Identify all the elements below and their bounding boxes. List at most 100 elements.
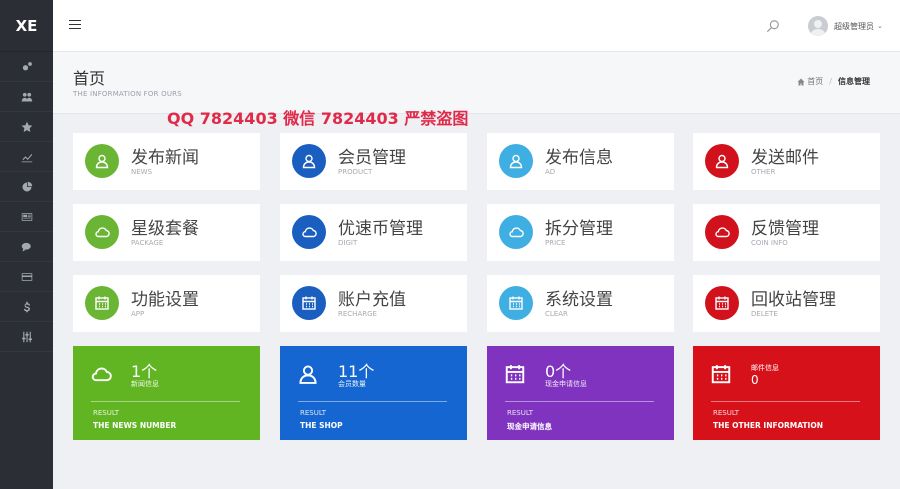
card-feature-settings[interactable]: 功能设置 APP	[73, 275, 260, 332]
sidebar-item-users[interactable]	[0, 82, 53, 112]
stat-panel-members[interactable]: 11个 会员数量 RESULT THE SHOP	[280, 346, 467, 440]
sidebar-item-finance[interactable]	[0, 292, 53, 322]
card-title: 系统设置	[545, 290, 613, 310]
user-icon	[95, 154, 109, 169]
credit-card-icon	[21, 272, 32, 281]
dollar-icon	[23, 301, 30, 312]
card-subtitle: PRODUCT	[338, 168, 373, 176]
sidebar-item-payments[interactable]	[0, 262, 53, 292]
calendar-icon	[710, 363, 732, 385]
cloud-icon	[90, 363, 112, 385]
home-icon	[797, 78, 805, 85]
breadcrumb-current: 信息管理	[838, 77, 870, 86]
stat-result-label: RESULT	[300, 409, 327, 417]
card-icon-circle	[292, 286, 326, 320]
card-title: 发布信息	[545, 148, 613, 168]
card-publish-info[interactable]: 发布信息 AD	[487, 133, 674, 190]
avatar	[808, 16, 828, 36]
card-icon-circle	[292, 144, 326, 178]
card-subtitle: PACKAGE	[131, 239, 164, 247]
card-subtitle: COIN INFO	[751, 239, 788, 247]
divider	[91, 401, 240, 402]
line-chart-icon	[21, 153, 32, 162]
watermark-text: QQ 7824403 微信 7824403 严禁盗图	[167, 109, 469, 128]
card-account-recharge[interactable]: 账户充值 RECHARGE	[280, 275, 467, 332]
stat-result-label: RESULT	[93, 409, 120, 417]
calendar-icon	[715, 296, 729, 310]
sliders-icon	[21, 331, 32, 342]
card-member-management[interactable]: 会员管理 PRODUCT	[280, 133, 467, 190]
stat-panel-cash-requests[interactable]: 0个 现金申请信息 RESULT 现金申请信息	[487, 346, 674, 440]
page-header: 首页 THE INFORMATION FOR OURS QQ 7824403 微…	[53, 52, 900, 128]
card-send-mail[interactable]: 发送邮件 OTHER	[693, 133, 880, 190]
card-publish-news[interactable]: 发布新闻 NEWS	[73, 133, 260, 190]
stat-footer: THE OTHER INFORMATION	[713, 421, 823, 430]
card-title: 回收站管理	[751, 290, 836, 310]
page-title: 首页	[73, 69, 106, 88]
newspaper-icon	[21, 212, 32, 221]
calendar-icon	[302, 296, 316, 310]
gears-icon	[22, 61, 32, 70]
card-split-management[interactable]: 拆分管理 PRICE	[487, 204, 674, 261]
card-coin-management[interactable]: 优速币管理 DIGIT	[280, 204, 467, 261]
card-subtitle: RECHARGE	[338, 310, 377, 318]
card-title: 会员管理	[338, 148, 406, 168]
star-icon	[21, 121, 32, 132]
card-icon-circle	[499, 286, 533, 320]
sidebar-item-messages[interactable]	[0, 232, 53, 262]
calendar-icon	[509, 296, 523, 310]
app-logo[interactable]: XE	[0, 0, 53, 52]
menu-toggle-icon[interactable]	[69, 17, 81, 33]
username: 超级管理员	[834, 21, 874, 31]
users-icon	[21, 92, 32, 101]
stat-result-label: RESULT	[713, 409, 740, 417]
card-icon-circle	[705, 215, 739, 249]
card-title: 反馈管理	[751, 219, 819, 239]
stat-label: 邮件信息	[751, 364, 779, 372]
user-icon	[297, 363, 319, 385]
sidebar-item-favorites[interactable]	[0, 112, 53, 142]
stat-panel-mail[interactable]: 邮件信息 0 RESULT THE OTHER INFORMATION	[693, 346, 880, 440]
sidebar-item-news[interactable]	[0, 202, 53, 232]
search-icon[interactable]	[766, 19, 780, 33]
sidebar-item-config[interactable]	[0, 322, 53, 352]
calendar-icon	[95, 296, 109, 310]
page-subtitle: THE INFORMATION FOR OURS	[73, 90, 182, 98]
card-system-settings[interactable]: 系统设置 CLEAR	[487, 275, 674, 332]
stat-result-label: RESULT	[507, 409, 534, 417]
stat-value: 0	[751, 373, 759, 387]
cloud-icon	[302, 227, 317, 238]
cloud-icon	[509, 227, 524, 238]
card-title: 发布新闻	[131, 148, 199, 168]
sidebar: XE	[0, 0, 53, 489]
card-title: 优速币管理	[338, 219, 423, 239]
user-menu[interactable]: 超级管理员 ⌄	[808, 16, 883, 36]
stat-label: 新闻信息	[131, 380, 159, 388]
card-title: 账户充值	[338, 290, 406, 310]
cloud-icon	[715, 227, 730, 238]
card-icon-circle	[499, 144, 533, 178]
card-subtitle: PRICE	[545, 239, 566, 247]
user-icon	[715, 154, 729, 169]
breadcrumb: 首页 / 信息管理	[797, 76, 870, 87]
user-icon	[509, 154, 523, 169]
breadcrumb-home[interactable]: 首页	[807, 76, 823, 87]
card-recycle-bin[interactable]: 回收站管理 DELETE	[693, 275, 880, 332]
calendar-icon	[504, 363, 526, 385]
stat-footer: THE NEWS NUMBER	[93, 421, 177, 430]
stat-label: 现金申请信息	[545, 380, 587, 388]
sidebar-item-settings[interactable]	[0, 52, 53, 82]
sidebar-item-reports[interactable]	[0, 172, 53, 202]
card-icon-circle	[85, 286, 119, 320]
card-feedback-management[interactable]: 反馈管理 COIN INFO	[693, 204, 880, 261]
card-star-package[interactable]: 星级套餐 PACKAGE	[73, 204, 260, 261]
card-subtitle: APP	[131, 310, 145, 318]
sidebar-item-stats[interactable]	[0, 142, 53, 172]
divider	[711, 401, 860, 402]
card-title: 拆分管理	[545, 219, 613, 239]
card-icon-circle	[705, 286, 739, 320]
card-subtitle: CLEAR	[545, 310, 568, 318]
divider	[505, 401, 654, 402]
sidebar-nav	[0, 52, 53, 352]
stat-panel-news[interactable]: 1个 新闻信息 RESULT THE NEWS NUMBER	[73, 346, 260, 440]
